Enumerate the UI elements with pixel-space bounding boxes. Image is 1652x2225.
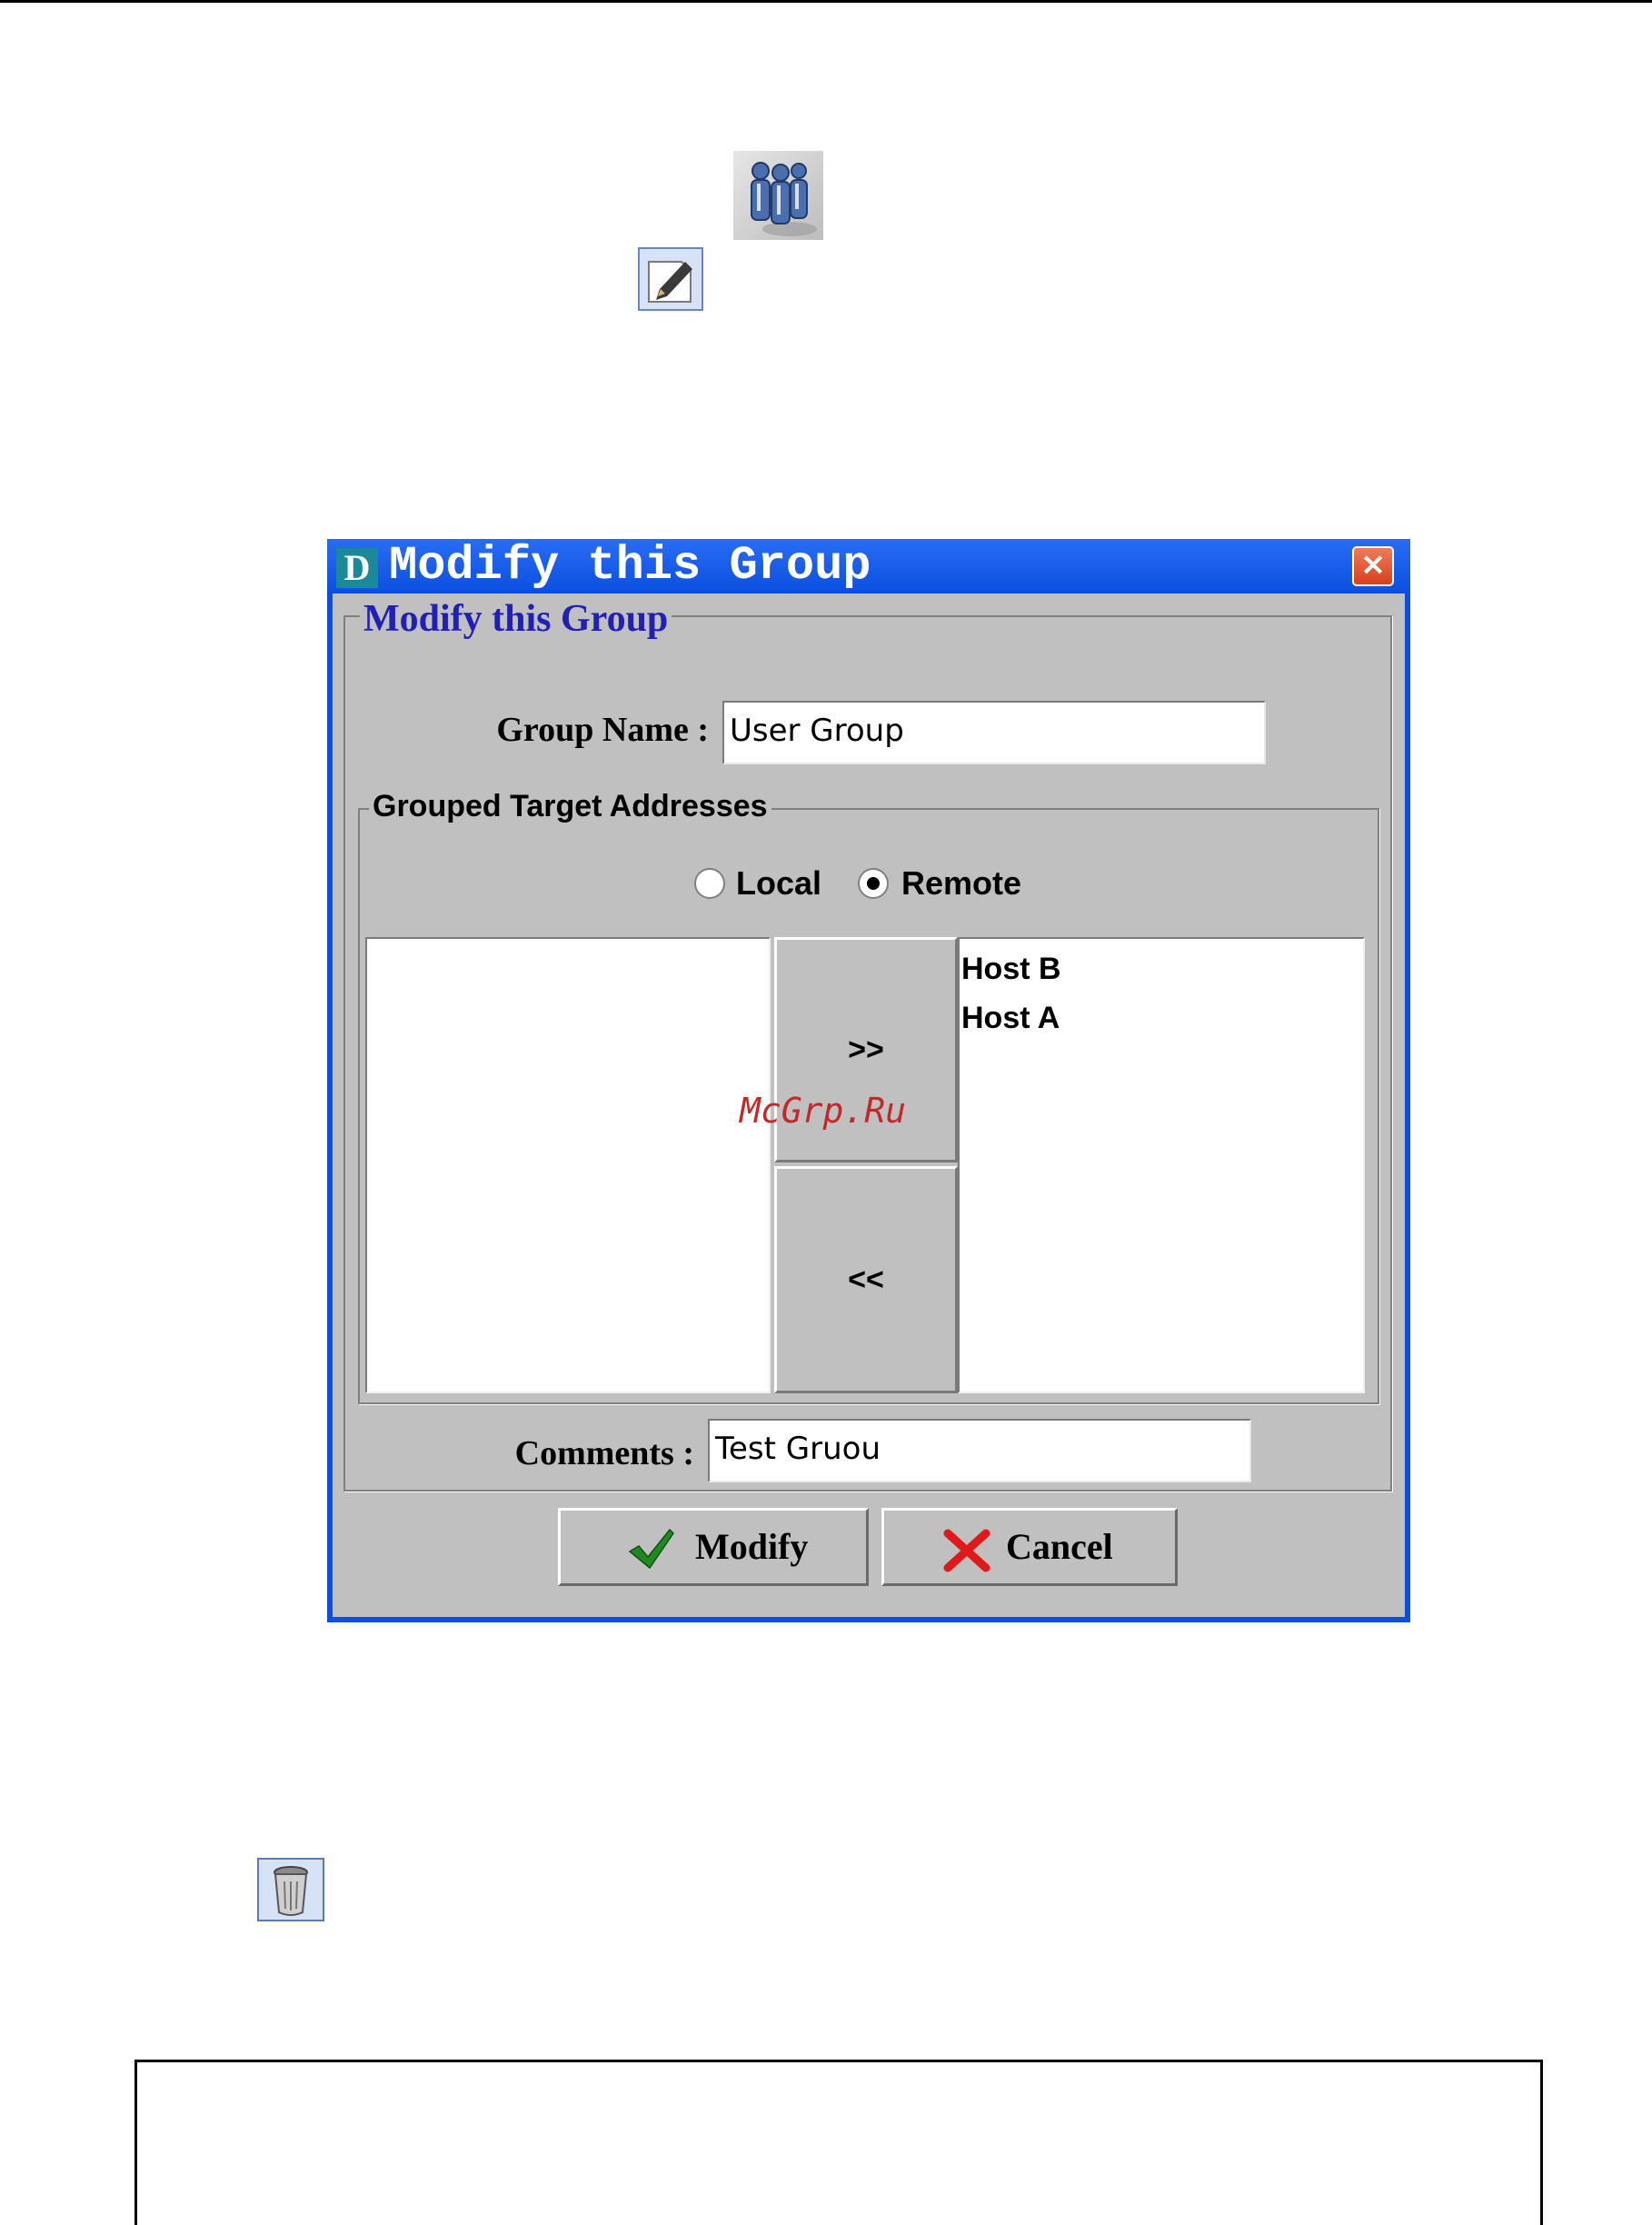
close-button[interactable]: ✕	[1352, 546, 1394, 586]
modify-group-dialog: D Modify this Group ✕ Modify this Group …	[327, 539, 1410, 1622]
group-name-label: Group Name :	[496, 711, 709, 749]
dlink-logo: D	[336, 548, 378, 588]
red-x-icon	[942, 1525, 991, 1572]
page-top-rule	[0, 0, 1652, 3]
cancel-button[interactable]: Cancel	[881, 1508, 1178, 1586]
dialog-titlebar[interactable]: D Modify this Group ✕	[327, 539, 1410, 594]
available-hosts-list[interactable]	[365, 937, 771, 1393]
remove-from-group-button[interactable]: <<	[774, 1166, 958, 1393]
list-item-host-a[interactable]: Host A	[961, 993, 1363, 1043]
modify-button[interactable]: Modify	[558, 1508, 869, 1586]
radio-remote[interactable]	[858, 868, 889, 899]
comments-label: Comments :	[514, 1434, 694, 1472]
edit-pencil-icon	[638, 247, 703, 311]
target-type-radio-group: Local Remote	[360, 864, 1378, 904]
grouped-targets-legend: Grouped Target Addresses	[369, 788, 771, 824]
fieldset-legend: Modify this Group	[360, 599, 672, 639]
radio-remote-label: Remote	[901, 864, 1022, 902]
cancel-button-label: Cancel	[1006, 1526, 1113, 1567]
group-name-input[interactable]: User Group	[722, 701, 1266, 764]
modify-button-label: Modify	[695, 1526, 809, 1567]
watermark-text: McGrp.Ru	[740, 1091, 907, 1131]
grouped-hosts-list[interactable]: Host B Host A	[958, 937, 1365, 1393]
comments-input[interactable]: Test Gruou	[708, 1419, 1251, 1482]
users-group-icon	[733, 151, 823, 240]
dialog-title: Modify this Group	[389, 539, 871, 593]
list-item-host-b[interactable]: Host B	[961, 944, 1363, 993]
modify-group-fieldset: Modify this Group Group Name : User Grou…	[343, 599, 1392, 1492]
checkmark-icon	[626, 1525, 675, 1571]
radio-local-label: Local	[736, 864, 822, 902]
radio-local[interactable]	[694, 868, 725, 899]
trash-bin-icon	[257, 1858, 324, 1921]
note-box	[134, 2060, 1543, 2225]
